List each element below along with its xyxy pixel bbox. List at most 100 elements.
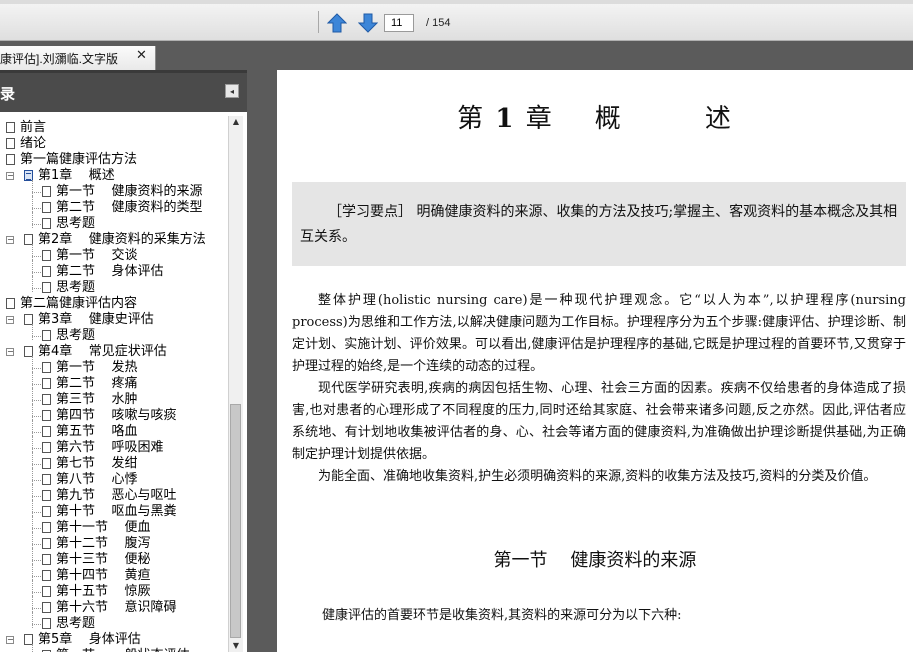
collapse-node-icon[interactable]: − [6,172,14,180]
page-icon [42,570,51,581]
bookmark-item[interactable]: 第一节 交谈 [0,248,228,264]
page-icon [42,506,51,517]
bookmark-item[interactable]: 思考题 [0,216,228,232]
tree-connector [32,516,33,532]
bookmark-label: 第5章 身体评估 [38,632,141,647]
bookmark-item[interactable]: 第十四节 黄疸 [0,568,228,584]
page-icon [42,186,51,197]
bookmark-label: 第二节 身体评估 [56,264,164,279]
tree-connector [32,180,33,196]
bookmark-item[interactable]: 第六节 呼吸困难 [0,440,228,456]
bookmark-label: 第一节 发热 [56,360,138,375]
tree-connector [32,564,33,580]
bookmark-item[interactable]: 思考题 [0,280,228,296]
tree-connector [32,436,33,452]
bookmark-label: 第六节 呼吸困难 [56,440,164,455]
bookmark-label: 思考题 [56,280,96,295]
tree-connector [32,416,41,417]
tree-connector [32,256,41,257]
page-number-input[interactable]: 11 [384,14,414,32]
bookmark-item[interactable]: 第十三节 便秘 [0,552,228,568]
bookmark-item[interactable]: 第十六节 意识障碍 [0,600,228,616]
bookmark-item[interactable]: − 第5章 身体评估 [0,632,228,648]
bookmark-item[interactable]: 第七节 发绀 [0,456,228,472]
page-icon [6,122,15,133]
bookmark-label: 第二节 健康资料的类型 [56,200,203,215]
tree-connector [32,336,41,337]
bookmark-item[interactable]: 第五节 咯血 [0,424,228,440]
bookmark-item[interactable]: − 第2章 健康资料的采集方法 [0,232,228,248]
tree-connector [32,432,41,433]
tree-connector [32,484,33,500]
page-icon [42,378,51,389]
next-page-arrow-icon[interactable] [358,13,378,33]
chapter-suffix: 章 概 述 [525,104,733,134]
page-icon [42,266,51,277]
tree-connector [32,400,41,401]
bookmark-label: 第五节 咯血 [56,424,138,439]
collapse-node-icon[interactable]: − [6,236,14,244]
bookmark-item[interactable]: − 第1章 概述 [0,168,228,184]
bookmark-item[interactable]: 第十一节 便血 [0,520,228,536]
scrollbar-thumb[interactable] [230,404,241,638]
tree-connector [32,224,41,225]
tab-bar: 康评估].刘瀰临.文字版 ✕ [0,41,913,70]
scroll-up-arrow-icon[interactable]: ▲ [229,116,243,128]
bookmark-item[interactable]: 思考题 [0,328,228,344]
tree-connector [32,548,33,564]
bookmark-item[interactable]: 第二篇健康评估内容 [0,296,228,312]
collapse-sidebar-icon[interactable]: ◂ [225,84,239,98]
bookmark-item[interactable]: 第二节 健康资料的类型 [0,200,228,216]
bookmark-label: 第七节 发绀 [56,456,138,471]
close-tab-icon[interactable]: ✕ [136,48,147,63]
bookmark-item[interactable]: 第一节 一般状态评估 [0,648,228,652]
bookmark-item[interactable]: 第二节 身体评估 [0,264,228,280]
tree-connector [32,644,33,652]
bookmark-item[interactable]: 第一篇健康评估方法 [0,152,228,168]
tree-connector [32,272,41,273]
collapse-node-icon[interactable]: − [6,348,14,356]
tree-connector [32,512,41,513]
bookmark-item[interactable]: 第一节 健康资料的来源 [0,184,228,200]
document-tab[interactable]: 康评估].刘瀰临.文字版 ✕ [0,46,156,70]
bookmark-label: 第一篇健康评估方法 [20,152,138,167]
previous-page-arrow-icon[interactable] [327,13,347,33]
section-title: 第一节 健康资料的来源 [493,550,697,571]
bookmark-item[interactable]: 第三节 水肿 [0,392,228,408]
bookmark-item[interactable]: 第八节 心悸 [0,472,228,488]
page-icon [6,298,15,309]
collapse-node-icon[interactable]: − [6,636,14,644]
bookmark-item[interactable]: − 第4章 常见症状评估 [0,344,228,360]
page-icon [42,426,51,437]
body-text: 整体护理(holistic nursing care)是一种现代护理观念。它“以… [292,290,906,488]
bookmark-item[interactable]: 绪论 [0,136,228,152]
document-page: 第 1 章 概 述 ［学习要点］ 明确健康资料的来源、收集的方法及技巧;掌握主、… [277,70,913,652]
tree-connector [32,596,33,612]
collapse-node-icon[interactable]: − [6,316,14,324]
bookmark-item[interactable]: 第十五节 惊厥 [0,584,228,600]
bookmark-item[interactable]: 第十二节 腹泻 [0,536,228,552]
tree-connector [32,356,33,372]
tree-connector [32,212,33,228]
bookmark-item[interactable]: 思考题 [0,616,228,632]
bookmark-label: 第十二节 腹泻 [56,536,151,551]
sidebar-scrollbar[interactable]: ▲ ▼ [228,116,243,652]
bookmark-item[interactable]: 前言 [0,120,228,136]
tree-connector [32,580,33,596]
toolbar: 11 / 154 [0,4,913,41]
tree-connector [32,196,33,212]
bookmark-item[interactable]: 第二节 疼痛 [0,376,228,392]
bookmark-item[interactable]: − 第3章 健康史评估 [0,312,228,328]
tree-connector [32,452,33,468]
tree-connector [32,532,33,548]
bookmark-item[interactable]: 第一节 发热 [0,360,228,376]
scroll-down-arrow-icon[interactable]: ▼ [229,640,243,652]
page-icon [42,618,51,629]
bookmark-label: 第十四节 黄疸 [56,568,151,583]
tree-connector [32,624,41,625]
bookmark-item[interactable]: 第九节 恶心与呕吐 [0,488,228,504]
chapter-title: 第 1 章 概 述 [277,98,913,135]
bookmark-item[interactable]: 第四节 咳嗽与咳痰 [0,408,228,424]
bookmark-item[interactable]: 第十节 呕血与黑粪 [0,504,228,520]
tree-connector [32,448,41,449]
